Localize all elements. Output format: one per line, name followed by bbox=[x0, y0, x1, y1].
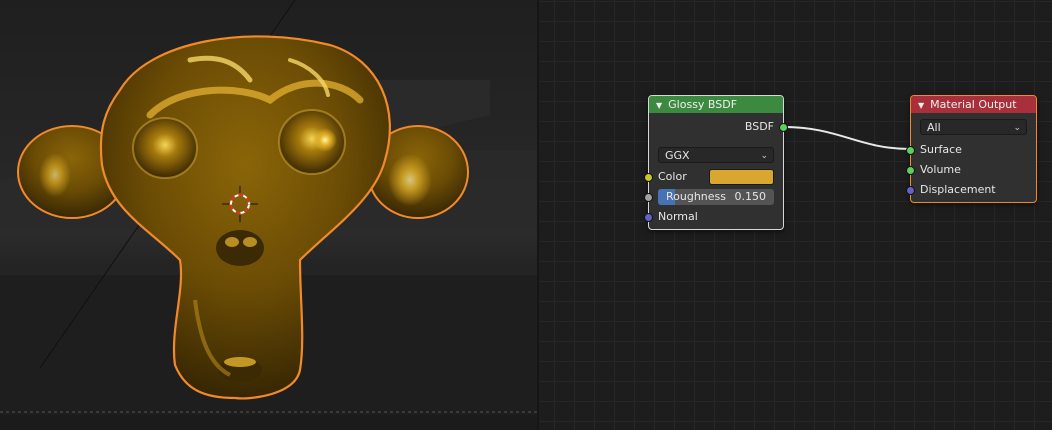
normal-input-socket[interactable] bbox=[644, 213, 653, 222]
node-link-path bbox=[783, 126, 911, 150]
collapse-arrow-icon[interactable]: ▼ bbox=[656, 97, 662, 114]
chevron-down-icon: ⌄ bbox=[1013, 123, 1021, 133]
roughness-input-socket[interactable] bbox=[644, 193, 653, 202]
displacement-input-socket[interactable] bbox=[906, 186, 915, 195]
normal-input-row: Normal bbox=[644, 208, 783, 226]
normal-input-label: Normal bbox=[658, 210, 698, 223]
roughness-label: Roughness bbox=[666, 190, 727, 203]
volume-input-socket[interactable] bbox=[906, 166, 915, 175]
material-output-header[interactable]: ▼ Material Output bbox=[911, 96, 1036, 113]
material-output-node[interactable]: ▼ Material Output All ⌄ Surface Volume Di… bbox=[906, 95, 1037, 203]
color-input-socket[interactable] bbox=[644, 173, 653, 182]
displacement-input-label: Displacement bbox=[920, 183, 996, 196]
roughness-input-row: Roughness 0.150 bbox=[644, 188, 783, 206]
surface-input-row: Surface bbox=[906, 141, 1036, 159]
viewport-render bbox=[0, 0, 537, 430]
glossy-bsdf-title: Glossy BSDF bbox=[668, 98, 738, 111]
bsdf-output-label: BSDF bbox=[744, 120, 774, 133]
surface-input-socket[interactable] bbox=[906, 146, 915, 155]
collapse-arrow-icon[interactable]: ▼ bbox=[918, 97, 924, 114]
node-link-bsdf-surface[interactable] bbox=[539, 0, 1052, 430]
3d-viewport[interactable] bbox=[0, 0, 537, 430]
roughness-value: 0.150 bbox=[734, 190, 767, 203]
bsdf-output-row: BSDF bbox=[649, 118, 788, 136]
output-target-dropdown[interactable]: All ⌄ bbox=[920, 119, 1027, 135]
glossy-bsdf-header[interactable]: ▼ Glossy BSDF bbox=[649, 96, 783, 113]
chevron-down-icon: ⌄ bbox=[760, 151, 768, 161]
surface-input-label: Surface bbox=[920, 143, 962, 156]
color-swatch[interactable] bbox=[709, 169, 774, 185]
bsdf-output-socket[interactable] bbox=[779, 123, 788, 132]
output-target-value: All bbox=[927, 121, 941, 134]
distribution-value: GGX bbox=[665, 149, 690, 162]
distribution-dropdown[interactable]: GGX ⌄ bbox=[658, 147, 774, 163]
shader-node-editor[interactable]: ▼ Glossy BSDF BSDF GGX ⌄ Color Roughness … bbox=[539, 0, 1052, 430]
volume-input-row: Volume bbox=[906, 161, 1036, 179]
glossy-bsdf-node[interactable]: ▼ Glossy BSDF BSDF GGX ⌄ Color Roughness … bbox=[644, 95, 788, 230]
color-input-label: Color bbox=[658, 170, 687, 183]
material-output-title: Material Output bbox=[930, 98, 1017, 111]
roughness-slider[interactable]: Roughness 0.150 bbox=[658, 189, 774, 205]
color-input-row: Color bbox=[644, 168, 783, 186]
volume-input-label: Volume bbox=[920, 163, 961, 176]
displacement-input-row: Displacement bbox=[906, 181, 1036, 199]
